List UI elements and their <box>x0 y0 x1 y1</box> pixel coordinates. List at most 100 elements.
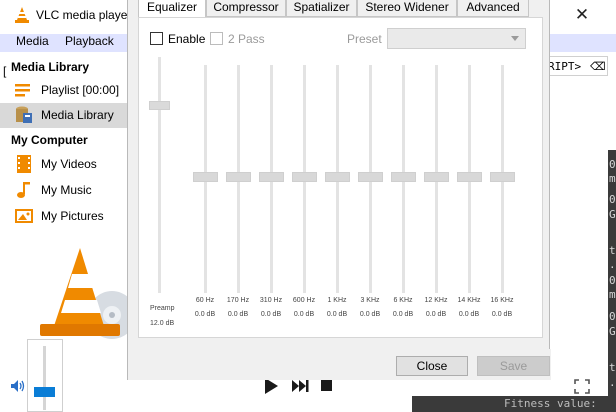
band-frequency-label: 12 KHz <box>424 297 448 304</box>
sidebar-header-my-computer: My Computer <box>11 133 88 147</box>
band-slider-handle[interactable] <box>325 172 350 182</box>
menu-playback[interactable]: Playback <box>65 34 114 48</box>
console-output: 0 m 0 G t . 0 m 0 G t . <box>608 150 616 412</box>
sidebar-item-my-music[interactable]: My Music <box>0 178 127 203</box>
picture-icon <box>15 209 33 223</box>
console-bottom-line: Fitness value: <box>412 396 608 412</box>
preamp-slider-handle[interactable] <box>149 101 170 110</box>
band-frequency-label: 170 Hz <box>226 297 250 304</box>
speaker-icon[interactable] <box>10 379 26 393</box>
two-pass-label: 2 Pass <box>228 32 265 46</box>
console-line: t <box>609 361 616 374</box>
tab-compressor[interactable]: Compressor <box>206 0 286 17</box>
tab-stereo-widener[interactable]: Stereo Widener <box>357 0 457 17</box>
tab-spatializer[interactable]: Spatializer <box>286 0 357 17</box>
band-slider-handle[interactable] <box>424 172 449 182</box>
console-line: . <box>609 258 616 271</box>
band-slider-handle[interactable] <box>391 172 416 182</box>
preset-dropdown[interactable] <box>387 28 526 49</box>
console-line: 0 <box>609 193 616 206</box>
console-line: 0 <box>609 158 616 171</box>
console-line: 0 <box>609 274 616 287</box>
menu-media[interactable]: Media <box>16 34 49 48</box>
band-value-label: 0.0 dB <box>260 311 282 318</box>
volume-handle[interactable] <box>34 387 55 397</box>
close-button[interactable]: Close <box>396 356 468 376</box>
album-art-area <box>34 240 136 340</box>
sidebar-item-my-pictures[interactable]: My Pictures <box>0 204 127 229</box>
band-frequency-label: 60 Hz <box>195 297 215 304</box>
console-line: 0 <box>609 310 616 323</box>
sidebar-item-label: Media Library <box>41 108 114 122</box>
sidebar: Media Library Playlist [00:00] Media Lib… <box>0 56 127 240</box>
console-line: G <box>609 325 616 338</box>
two-pass-checkbox[interactable] <box>210 32 223 45</box>
dialog-footer: Close Save <box>128 349 551 380</box>
console-line: m <box>609 288 616 301</box>
band-value-label: 0.0 dB <box>326 311 348 318</box>
preamp-slider-track[interactable] <box>158 57 161 293</box>
preset-label: Preset <box>347 32 382 46</box>
tab-advanced[interactable]: Advanced <box>457 0 529 17</box>
fullscreen-icon[interactable] <box>574 379 590 394</box>
band-value-label: 0.0 dB <box>293 311 315 318</box>
band-slider-handle[interactable] <box>259 172 284 182</box>
band-frequency-label: 1 KHz <box>327 297 347 304</box>
sidebar-item-media-library[interactable]: Media Library <box>0 103 127 128</box>
volume-track <box>43 346 46 410</box>
band-value-label: 0.0 dB <box>359 311 381 318</box>
sidebar-item-label: My Videos <box>41 157 97 171</box>
band-frequency-label: 310 Hz <box>259 297 283 304</box>
playlist-icon <box>15 84 30 97</box>
band-slider-handle[interactable] <box>490 172 515 182</box>
band-value-label: 0.0 dB <box>458 311 480 318</box>
window-close-button[interactable]: ✕ <box>572 4 592 26</box>
preamp-value: 12.0 dB <box>150 320 175 327</box>
sidebar-item-label: My Pictures <box>41 209 104 223</box>
script-input[interactable]: RIPT> ⌫ <box>546 56 608 76</box>
chevron-down-icon <box>511 36 519 41</box>
sidebar-item-label: Playlist [00:00] <box>41 83 120 97</box>
stop-icon[interactable] <box>321 380 332 391</box>
save-button[interactable]: Save <box>477 356 550 376</box>
band-slider-handle[interactable] <box>292 172 317 182</box>
play-icon[interactable] <box>264 378 278 394</box>
volume-slider[interactable] <box>27 339 63 412</box>
next-icon[interactable] <box>292 380 309 392</box>
band-slider-handle[interactable] <box>358 172 383 182</box>
band-value-label: 0.0 dB <box>194 311 216 318</box>
vlc-cone-icon <box>15 7 29 23</box>
console-line: t <box>609 244 616 257</box>
clear-icon[interactable]: ⌫ <box>590 60 606 73</box>
sidebar-header-media-library: Media Library <box>11 60 90 74</box>
band-slider-handle[interactable] <box>457 172 482 182</box>
tab-equalizer[interactable]: Equalizer <box>138 0 206 18</box>
console-line: . <box>609 376 616 389</box>
enable-checkbox[interactable] <box>150 32 163 45</box>
band-value-label: 0.0 dB <box>425 311 447 318</box>
media-library-icon <box>16 106 32 123</box>
music-note-icon <box>17 182 30 198</box>
band-frequency-label: 600 Hz <box>292 297 316 304</box>
band-frequency-label: 16 KHz <box>490 297 514 304</box>
console-line: G <box>609 208 616 221</box>
console-line: m <box>609 172 616 185</box>
console-bottom-text: Fitness value: <box>504 397 597 410</box>
vlc-cone-artwork-icon <box>40 248 136 339</box>
equalizer-panel: Enable 2 Pass Preset Preamp 12.0 dB 60 H… <box>138 17 543 338</box>
band-slider-handle[interactable] <box>193 172 218 182</box>
sidebar-item-playlist[interactable]: Playlist [00:00] <box>0 78 127 103</box>
band-slider-handle[interactable] <box>226 172 251 182</box>
film-icon <box>17 155 31 173</box>
sidebar-item-label: My Music <box>41 183 92 197</box>
band-frequency-label: 6 KHz <box>393 297 413 304</box>
band-frequency-label: 3 KHz <box>360 297 380 304</box>
band-value-label: 0.0 dB <box>392 311 414 318</box>
script-input-text: RIPT> <box>548 60 582 73</box>
preamp-label: Preamp <box>150 305 175 312</box>
band-value-label: 0.0 dB <box>491 311 513 318</box>
sidebar-item-my-videos[interactable]: My Videos <box>0 152 127 177</box>
enable-label: Enable <box>168 32 206 46</box>
band-value-label: 0.0 dB <box>227 311 249 318</box>
band-frequency-label: 14 KHz <box>457 297 481 304</box>
